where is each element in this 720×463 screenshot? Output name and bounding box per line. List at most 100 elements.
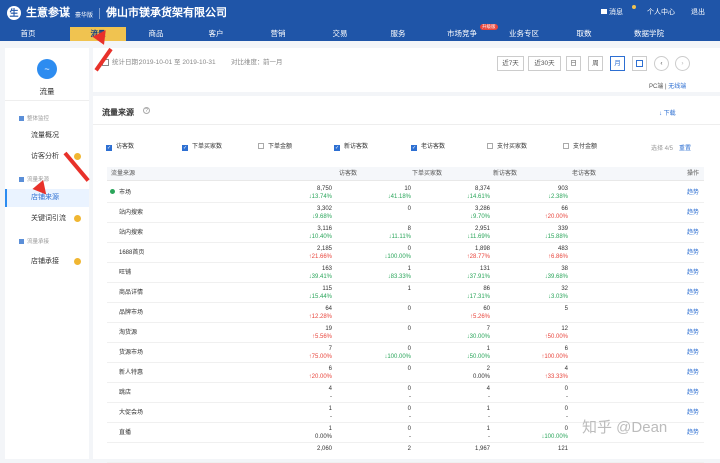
metric-change: ↑100.00% — [498, 353, 568, 361]
trend-link[interactable]: 趋势 — [687, 389, 699, 397]
date-picker-button[interactable] — [632, 56, 647, 71]
chevron-right-icon: › — [681, 60, 684, 67]
metric-value: 7 — [328, 346, 332, 352]
message-icon — [601, 9, 607, 14]
edition-badge: 豪华版 — [75, 13, 94, 19]
logout-link[interactable]: 退出 — [691, 9, 705, 17]
pc-option[interactable]: PC端 — [649, 84, 663, 90]
metric-change-text: 33.33% — [547, 374, 568, 380]
nav-tab[interactable]: 交易 — [314, 27, 366, 41]
nav-tab[interactable]: 业务专区 — [495, 27, 553, 41]
next-period-button[interactable]: › — [675, 56, 690, 71]
metric-change: ↓30.00% — [420, 333, 490, 341]
table-row: 淘货源 19 ↑5.56% 0 7 ↓30.00% 12 ↑50.00% 趋势 — [107, 323, 704, 343]
month-button[interactable]: 月 — [610, 56, 625, 71]
metric-value: 1 — [328, 406, 332, 412]
trend-link[interactable]: 趋势 — [687, 189, 699, 197]
download-button[interactable]: ↓ 下载 — [659, 108, 676, 117]
compare-label: 对比维度： — [231, 59, 264, 66]
reset-button[interactable]: 重置 — [679, 143, 691, 152]
personal-center-link[interactable]: 个人中心 — [647, 9, 675, 17]
metric-change-text: 17.31% — [469, 294, 490, 300]
compare-value[interactable]: 前一月 — [263, 59, 283, 67]
source-name: 直播 — [119, 429, 131, 437]
nav-tab[interactable]: 取数 — [563, 27, 605, 41]
checkbox-unchecked-icon — [563, 143, 569, 149]
source-name-text: 1688首页 — [119, 250, 145, 256]
trend-link[interactable]: 趋势 — [687, 409, 699, 417]
day-button[interactable]: 日 — [566, 56, 581, 71]
date-range[interactable]: 2019-10-01 至 2019-10-31 — [139, 59, 216, 67]
table-row: 1688首页 2,185 ↑21.66% 0 ↓100.00% 1,898 ↑28.77% 4… — [107, 243, 704, 263]
metric-change-text: 15.44% — [311, 294, 332, 300]
trend-link[interactable]: 趋势 — [687, 249, 699, 257]
metric-change: ↓39.68% — [498, 273, 568, 281]
metric-change: ↓50.00% — [420, 353, 490, 361]
metric-checkbox[interactable]: ✓ 访客数 — [106, 143, 134, 151]
metric-value: 0 — [407, 306, 411, 312]
nav-tab[interactable]: 商品 — [130, 27, 182, 41]
trend-link[interactable]: 趋势 — [687, 269, 699, 277]
metric-checkbox[interactable]: ✓ 老访客数 — [411, 143, 445, 151]
metric-change-text: 3.03% — [550, 294, 568, 300]
nav-tab[interactable]: 客户 — [190, 27, 242, 41]
metric-value: 2 — [486, 366, 490, 372]
wireless-option[interactable]: 无线端 — [668, 84, 686, 90]
metric-change-text: 100.00% — [544, 434, 568, 440]
filter-bar: 统计日期： 2019-10-01 至 2019-10-31 对比维度： 前一月 … — [93, 48, 720, 92]
metric-checkbox[interactable]: 支付金额 — [563, 143, 597, 151]
store-name: 佛山市镁承货架有限公司 — [106, 7, 227, 19]
sidebar-item-store-carry[interactable]: 店铺承接 — [5, 253, 89, 271]
metric-checkbox[interactable]: ✓ 新访客数 — [334, 143, 368, 151]
source-name-text: 淘货源 — [119, 330, 138, 336]
sidebar-item-keyword[interactable]: 关键词引流 — [5, 210, 89, 228]
trend-link[interactable]: 趋势 — [687, 309, 699, 317]
metric-change-text: - — [566, 394, 568, 400]
metric-change-text: - — [409, 414, 411, 420]
metric-change-text: 2.38% — [550, 194, 568, 200]
metric-change-text: 37.91% — [469, 274, 490, 280]
trend-link[interactable]: 趋势 — [687, 329, 699, 337]
nav-tab[interactable]: 首页 — [8, 27, 48, 41]
trend-link[interactable]: 趋势 — [687, 369, 699, 377]
trend-link[interactable]: 趋势 — [687, 429, 699, 437]
metric-change-text: 14.61% — [469, 194, 490, 200]
nav-tab[interactable]: 营销 — [252, 27, 304, 41]
checkbox-label: 老访客数 — [421, 144, 446, 150]
metric-value: 1,898 — [474, 246, 490, 252]
metric-change-text: - — [488, 414, 490, 420]
trend-link[interactable]: 趋势 — [687, 209, 699, 217]
metric-change-text: 20.00% — [547, 214, 568, 220]
metric-checkbox[interactable]: 支付买家数 — [487, 143, 527, 151]
nav-tab[interactable]: 服务 — [372, 27, 424, 41]
trend-link[interactable]: 趋势 — [687, 229, 699, 237]
metric-change: ↓2.38% — [498, 193, 568, 201]
metric-value: 2,060 — [316, 446, 332, 452]
table-header-cell: 下单买家数 — [411, 171, 442, 177]
metric-change: ↑5.56% — [262, 333, 332, 341]
source-name: 品牌市场 — [119, 309, 143, 317]
metric-change: ↓41.18% — [341, 193, 411, 201]
last-30-days-button[interactable]: 近30天 — [528, 56, 561, 71]
metric-change-text: 13.74% — [311, 194, 332, 200]
metric-checkbox[interactable]: ✓ 下单买家数 — [182, 143, 222, 151]
metric-checkbox[interactable]: 下单金额 — [258, 143, 292, 151]
source-name-text: 直播 — [119, 430, 132, 436]
metric-change-text: - — [409, 434, 411, 440]
metric-change: ↓13.74% — [262, 193, 332, 201]
metric-change-text: 5.56% — [314, 334, 332, 340]
metric-value: 483 — [557, 246, 568, 252]
messages-link[interactable]: 消息 — [601, 9, 623, 17]
trend-link[interactable]: 趋势 — [687, 289, 699, 297]
metric-value: 1 — [486, 426, 490, 432]
week-button[interactable]: 周 — [588, 56, 603, 71]
prev-period-button[interactable]: ‹ — [654, 56, 669, 71]
metric-change-text: - — [330, 394, 332, 400]
nav-tab[interactable]: 数据学院 — [618, 27, 680, 41]
source-name-text: 大促会场 — [119, 410, 144, 416]
metric-value: 2 — [407, 446, 411, 452]
last-7-days-button[interactable]: 近7天 — [497, 56, 524, 71]
sidebar-item-overview[interactable]: 流量概况 — [5, 127, 89, 145]
help-icon[interactable]: ? — [143, 107, 150, 114]
trend-link[interactable]: 趋势 — [687, 349, 699, 357]
